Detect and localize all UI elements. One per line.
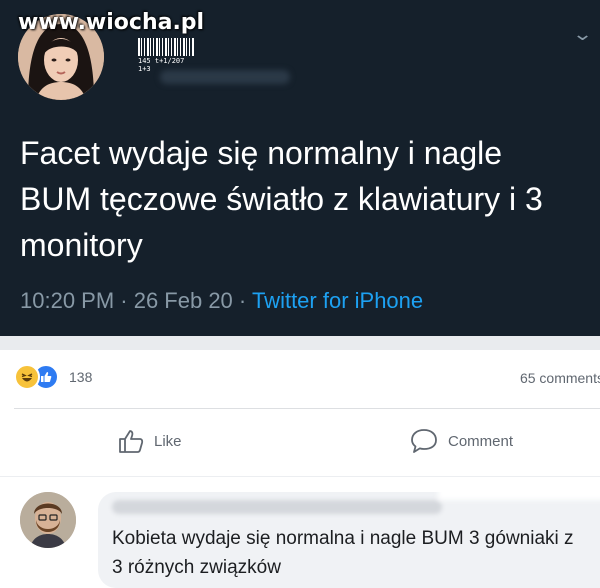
tweet-card: 145 t+1/207 1+3 ⌄ Facet wydaje się norma… bbox=[0, 0, 600, 336]
chevron-down-icon[interactable]: ⌄ bbox=[572, 24, 593, 45]
reactions-summary[interactable]: 138 bbox=[14, 364, 92, 390]
like-button[interactable]: Like bbox=[118, 428, 182, 454]
like-label: Like bbox=[154, 432, 182, 450]
blur-overlay bbox=[438, 486, 600, 500]
site-watermark: www.wiocha.pl bbox=[18, 10, 205, 35]
tweet-username-barcode: 145 t+1/207 1+3 bbox=[138, 38, 198, 73]
barcode-icon bbox=[138, 38, 194, 56]
tweet-meta: 10:20 PM · 26 Feb 20 · Twitter for iPhon… bbox=[20, 288, 423, 314]
tweet-text: Facet wydaje się normalny i nagle BUM tę… bbox=[20, 135, 543, 263]
comment-label: Comment bbox=[448, 432, 514, 450]
divider bbox=[14, 408, 600, 409]
thumbs-up-icon bbox=[119, 430, 144, 453]
haha-icon bbox=[14, 364, 40, 390]
tweet-timestamp: 10:20 PM · 26 Feb 20 · bbox=[20, 288, 252, 313]
comment-text: Kobieta wydaje się normalna i nagle BUM … bbox=[112, 528, 574, 578]
post-separator bbox=[0, 336, 600, 350]
comment-button[interactable]: Comment bbox=[410, 428, 513, 454]
tweet-handle-blurred bbox=[160, 70, 290, 84]
commenter-avatar[interactable] bbox=[20, 492, 76, 548]
reaction-count: 138 bbox=[69, 369, 93, 385]
tweet-source-link[interactable]: Twitter for iPhone bbox=[252, 288, 423, 313]
comment-bubble-icon bbox=[411, 429, 437, 453]
divider bbox=[0, 476, 600, 477]
commenter-name-blurred bbox=[112, 500, 442, 514]
comments-count[interactable]: 65 comments bbox=[520, 370, 600, 386]
